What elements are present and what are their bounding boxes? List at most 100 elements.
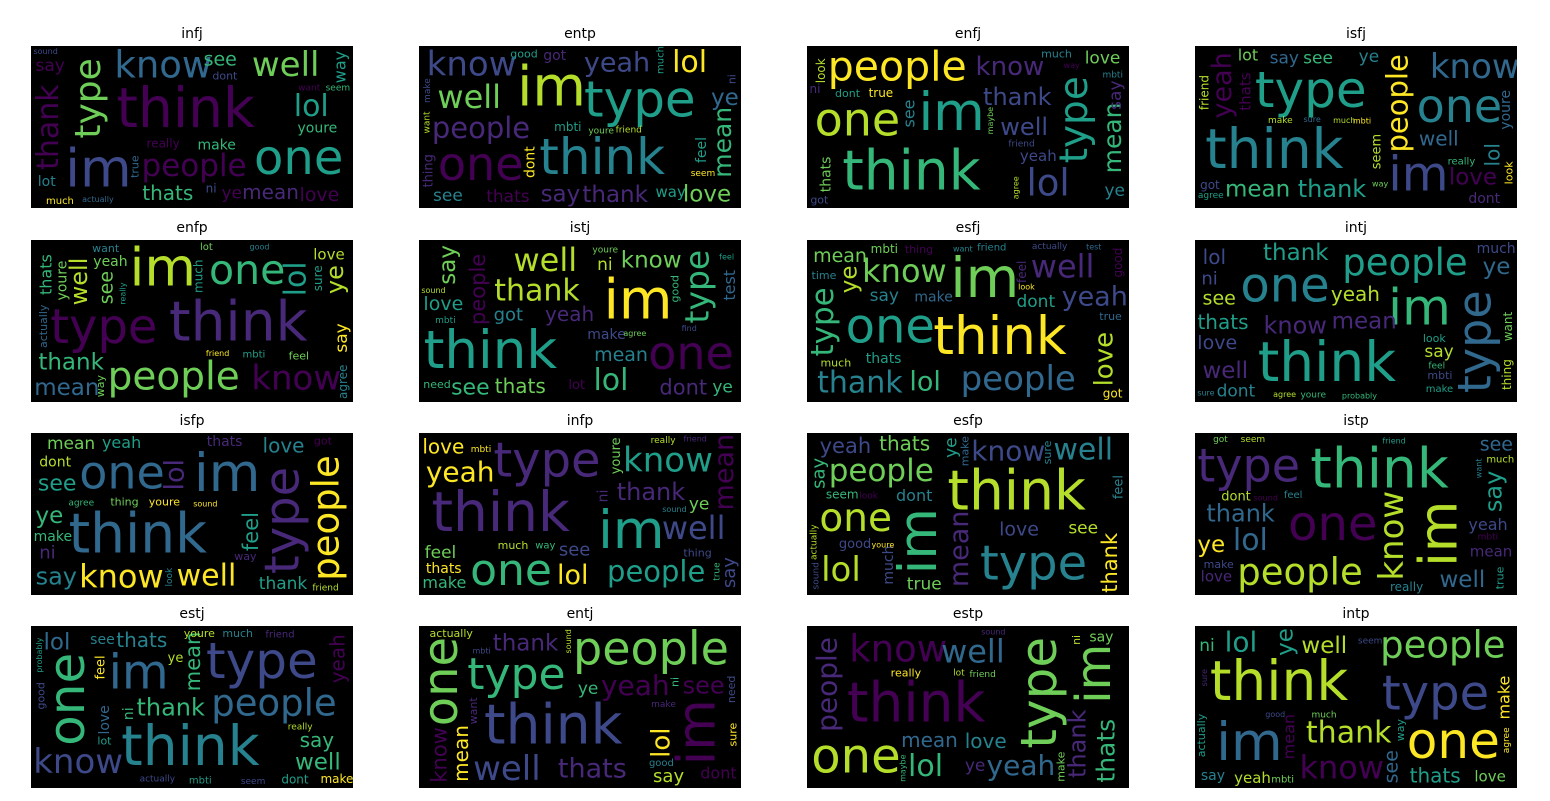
word-dont: dont (212, 70, 238, 83)
wordcloud-svg: think type one im people know thank well lol yeah… (811, 627, 1122, 784)
word-youre: youre (588, 127, 614, 137)
word-good: good (839, 537, 871, 552)
wordcloud-title: entp (564, 26, 596, 42)
word-dont: dont (659, 375, 707, 399)
word-lol: lol (821, 550, 861, 590)
word-actually: actually (37, 304, 50, 348)
word-friend: friend (683, 434, 706, 443)
word-see: see (451, 375, 490, 400)
word-think: think (933, 306, 1067, 367)
word-love: love (999, 518, 1039, 540)
word-mbti: mbti (871, 242, 898, 256)
word-thing: thing (1500, 359, 1514, 390)
word-way: way (331, 51, 350, 83)
word-sound: sound (421, 286, 445, 295)
word-lol: lol (557, 560, 589, 591)
word-ye: ye (837, 265, 863, 293)
word-good: good (668, 275, 681, 302)
word-lot: lot (1238, 46, 1259, 65)
wordcloud-canvas: im think type one people know well lol thank yeah… (419, 46, 741, 208)
word-type: type (1197, 438, 1300, 492)
wordcloud-panel: isfp think im type one people know well thank mea… (31, 411, 353, 595)
word-mean: mean (1332, 308, 1397, 334)
wordcloud-canvas: think im one people type know lol well thank yeah… (419, 626, 741, 788)
word-good: good (510, 48, 537, 61)
word-lol: lol (672, 46, 707, 80)
word-well: well (1000, 113, 1048, 141)
word-thing: thing (110, 495, 138, 508)
word-much: much (1486, 454, 1514, 465)
word-look: look (165, 567, 175, 587)
word-youre: youre (184, 627, 215, 640)
word-got: got (810, 193, 829, 206)
word-one: one (819, 496, 892, 541)
word-see: see (1068, 519, 1098, 539)
word-lol: lol (43, 629, 70, 655)
wordcloud-title: enfj (954, 26, 982, 42)
word-love: love (1474, 767, 1505, 785)
word-test: test (720, 270, 739, 301)
word-one: one (1288, 496, 1377, 552)
word-seem: seem (826, 487, 859, 501)
wordcloud-svg: thinkim onetypepeopleknow wellthank lolmean… (31, 46, 351, 207)
wordcloud-title: esfp (953, 413, 983, 429)
wordcloud-svg: thinkim typepeopleoneknowlolwellyeahthank… (809, 433, 1127, 594)
word-mean: mean (594, 344, 648, 366)
word-ni: ni (595, 490, 611, 503)
word-say: say (653, 766, 684, 787)
wordcloud-title: entj (566, 606, 594, 622)
word-ni: ni (39, 542, 55, 563)
word-want: want (1501, 311, 1515, 341)
word-yeah: yeah (1234, 769, 1271, 787)
word-lol: lol (1203, 245, 1226, 269)
word-think: think (431, 480, 570, 544)
word-look: look (1018, 282, 1035, 291)
word-make: make (422, 573, 466, 592)
word-look: look (859, 491, 879, 501)
word-way: way (1394, 718, 1407, 741)
word-ni: ni (206, 182, 217, 196)
word-feel: feel (93, 655, 108, 679)
wordcloud-svg: think imone peopletypeknow lolwellthankyeah… (419, 626, 740, 788)
word-thank: thank (136, 693, 205, 721)
word-see: see (90, 632, 115, 648)
word-time: time (812, 269, 837, 282)
word-need: need (423, 378, 451, 391)
word-want: want (423, 111, 433, 134)
word-friend: friend (1008, 139, 1034, 149)
word-know: know (862, 252, 947, 290)
word-friend: friend (1382, 436, 1405, 445)
word-youre: youre (297, 121, 337, 137)
word-yeah: yeah (1020, 147, 1057, 165)
word-ye: ye (321, 265, 349, 294)
word-people: people (305, 455, 348, 580)
word-really: really (891, 666, 922, 679)
wordcloud-svg: thinkimtypeonepeople knowwellthanklolmean… (34, 240, 352, 401)
wordcloud-title: intj (1344, 220, 1368, 236)
word-feel: feel (1284, 490, 1303, 501)
word-love: love (423, 293, 463, 315)
word-mbti: mbti (472, 646, 490, 655)
word-yeah: yeah (601, 669, 670, 702)
word-im: im (598, 500, 664, 561)
word-people: people (1342, 241, 1467, 284)
word-one: one (846, 298, 935, 354)
word-seem: seem (1241, 435, 1266, 445)
word-think: think (169, 289, 308, 353)
word-type: type (1052, 76, 1097, 163)
wordcloud-panel: infj think im one type people know well thank lol… (31, 24, 353, 208)
word-know: know (1264, 312, 1327, 340)
word-mean: mean (901, 728, 958, 752)
word-seem: seem (326, 84, 351, 94)
wordcloud-panel: istp think im one type people know thank lol well… (1195, 411, 1517, 595)
word-thats: thats (116, 628, 167, 652)
wordcloud-panel: estp think type one im people know thank well lol… (807, 604, 1129, 788)
word-ni: ni (669, 677, 682, 687)
word-seem: seem (1370, 134, 1385, 169)
word-thats: thats (1197, 310, 1248, 334)
word-lot: lot (200, 242, 213, 253)
word-friend: friend (1197, 75, 1211, 110)
word-ye: ye (168, 651, 184, 666)
word-look: look (1502, 161, 1515, 185)
wordcloud-canvas: think im type one people know well thank mean yea… (31, 433, 353, 595)
